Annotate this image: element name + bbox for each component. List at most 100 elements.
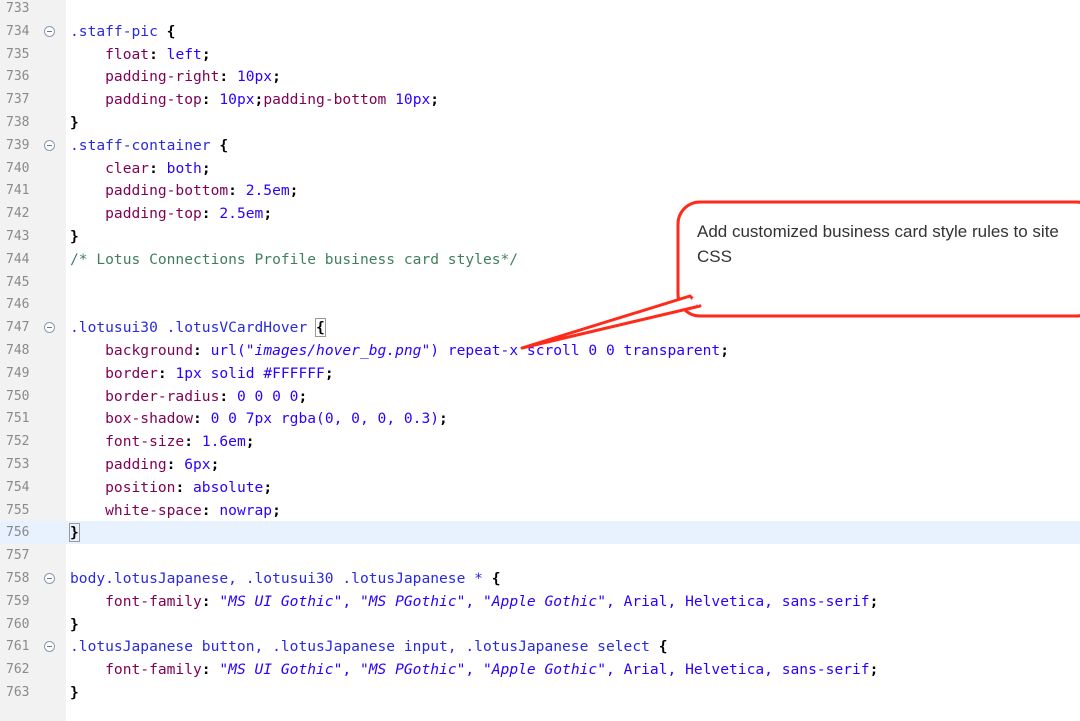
code-line[interactable]: 755 white-space: nowrap; — [0, 499, 1080, 522]
code-text: box-shadow: 0 0 7px rgba(0, 0, 0, 0.3); — [70, 407, 448, 430]
line-number: 761 — [6, 639, 30, 655]
code-token: , — [342, 661, 360, 679]
fold-toggle-icon[interactable] — [44, 25, 55, 37]
code-token: { — [491, 570, 501, 587]
code-line[interactable]: 757 — [0, 544, 1080, 567]
code-token: { — [658, 638, 668, 656]
code-line[interactable]: 737 padding-top: 10px;padding-bottom 10p… — [0, 88, 1080, 111]
line-number: 738 — [6, 115, 30, 130]
code-token: : — [219, 68, 237, 86]
code-token: ; — [869, 592, 879, 610]
code-token: ; — [245, 433, 255, 451]
code-token: ; — [439, 410, 448, 428]
code-token: left — [166, 45, 202, 63]
code-token: 2.5em — [245, 182, 290, 200]
code-text: border-radius: 0 0 0 0; — [70, 385, 307, 408]
code-token: } — [70, 114, 79, 131]
code-token: : — [193, 342, 211, 359]
code-text: padding: 6px; — [70, 453, 219, 476]
code-token: "images/hover_bg.png" — [245, 342, 431, 359]
code-token: font-family — [70, 661, 202, 679]
code-token: padding-bottom — [263, 91, 396, 109]
code-line[interactable]: 733 — [0, 0, 1080, 20]
code-text: font-size: 1.6em; — [70, 430, 255, 453]
code-text: .staff-pic { — [70, 20, 175, 43]
code-line[interactable]: 747 .lotusui30 .lotusVCardHover { — [0, 316, 1080, 339]
code-token: ; — [720, 342, 730, 359]
code-line[interactable]: 749 border: 1px solid #FFFFFF; — [0, 362, 1080, 385]
code-token: ; — [272, 501, 281, 519]
code-token: "MS UI Gothic" — [219, 661, 343, 679]
code-line[interactable]: 760} — [0, 613, 1080, 636]
code-text: clear: both; — [70, 157, 211, 180]
code-token: body.lotusJapanese, .lotusui30 .lotusJap… — [70, 570, 492, 587]
line-number: 752 — [6, 434, 30, 450]
code-token: url( — [210, 342, 246, 359]
code-line[interactable]: 750 border-radius: 0 0 0 0; — [0, 385, 1080, 408]
code-line[interactable]: 734 .staff-pic { — [0, 20, 1080, 43]
code-line[interactable]: 748 background: url("images/hover_bg.png… — [0, 339, 1080, 362]
code-line[interactable]: 761 .lotusJapanese button, .lotusJapanese… — [0, 635, 1080, 658]
code-text: /* Lotus Connections Profile business ca… — [70, 248, 518, 271]
line-number: 742 — [6, 206, 30, 222]
code-token: ) repeat-x scroll 0 0 transparent — [430, 342, 721, 359]
code-text: } — [70, 681, 79, 704]
code-token: "MS PGothic" — [359, 592, 466, 610]
code-token: : — [175, 478, 194, 496]
code-token: font-family — [70, 592, 202, 610]
fold-toggle-icon[interactable] — [44, 573, 55, 584]
code-line[interactable]: 739 .staff-container { — [0, 134, 1080, 157]
code-token: 1px solid #FFFFFF — [175, 364, 325, 382]
code-token: 0 0 7px rgba(0, 0, 0, 0.3) — [210, 410, 440, 428]
code-editor[interactable]: 733 734 .staff-pic {735 float: left; 736 pa… — [0, 0, 1080, 721]
code-line[interactable]: 762 font-family: "MS UI Gothic", "MS PGo… — [0, 658, 1080, 681]
code-token: "Apple Gothic" — [482, 661, 606, 679]
line-number: 737 — [6, 92, 30, 108]
code-token: ; — [201, 159, 211, 177]
code-line[interactable]: 735 float: left; — [0, 43, 1080, 66]
code-token: , — [465, 592, 483, 610]
code-line[interactable]: 741 padding-bottom: 2.5em; — [0, 179, 1080, 202]
code-line[interactable]: 752 font-size: 1.6em; — [0, 430, 1080, 453]
code-line[interactable]: 736 padding-right: 10px; — [0, 65, 1080, 88]
code-token: border-radius — [70, 387, 220, 405]
code-token: /* Lotus Connections Profile business ca… — [70, 250, 519, 268]
code-token: float — [70, 45, 150, 63]
fold-toggle-icon[interactable] — [44, 139, 55, 151]
code-line[interactable]: 759 font-family: "MS UI Gothic", "MS PGo… — [0, 590, 1080, 613]
code-line[interactable]: 756} — [0, 521, 1080, 545]
code-token: ; — [289, 182, 299, 200]
code-text: background: url("images/hover_bg.png") r… — [70, 339, 729, 362]
line-number: 735 — [6, 46, 30, 62]
code-token: background — [70, 342, 194, 359]
code-token: 0 0 0 0 — [236, 387, 299, 405]
code-line[interactable]: 754 position: absolute; — [0, 476, 1080, 499]
code-line[interactable]: 753 padding: 6px; — [0, 453, 1080, 476]
line-number: 745 — [6, 274, 30, 290]
line-number: 762 — [6, 662, 30, 678]
code-line[interactable]: 758 body.lotusJapanese, .lotusui30 .lotus… — [0, 567, 1080, 590]
code-line[interactable]: 751 box-shadow: 0 0 7px rgba(0, 0, 0, 0.… — [0, 407, 1080, 430]
code-token: , Arial, Helvetica, sans-serif — [606, 661, 870, 679]
code-token: "MS PGothic" — [359, 661, 466, 679]
code-token: , — [342, 592, 360, 610]
text-cursor — [78, 525, 80, 542]
code-token: 2.5em — [219, 205, 264, 223]
line-number: 736 — [6, 69, 30, 85]
line-number: 758 — [6, 571, 30, 586]
code-token: ; — [324, 364, 334, 382]
line-number: 740 — [6, 160, 30, 176]
code-line[interactable]: 763} — [0, 681, 1080, 704]
fold-toggle-icon[interactable] — [44, 322, 55, 334]
code-token: white-space — [70, 501, 202, 519]
fold-toggle-icon[interactable] — [44, 641, 55, 653]
code-token: ; — [201, 45, 211, 63]
code-text: padding-top: 2.5em; — [70, 202, 272, 225]
code-token: { — [219, 136, 229, 154]
code-line[interactable]: 738} — [0, 111, 1080, 134]
code-line[interactable]: 740 clear: both; — [0, 157, 1080, 180]
code-token: 6px — [184, 456, 211, 473]
code-token: : — [149, 45, 167, 63]
code-token: : — [149, 159, 167, 177]
code-text: border: 1px solid #FFFFFF; — [70, 362, 334, 385]
